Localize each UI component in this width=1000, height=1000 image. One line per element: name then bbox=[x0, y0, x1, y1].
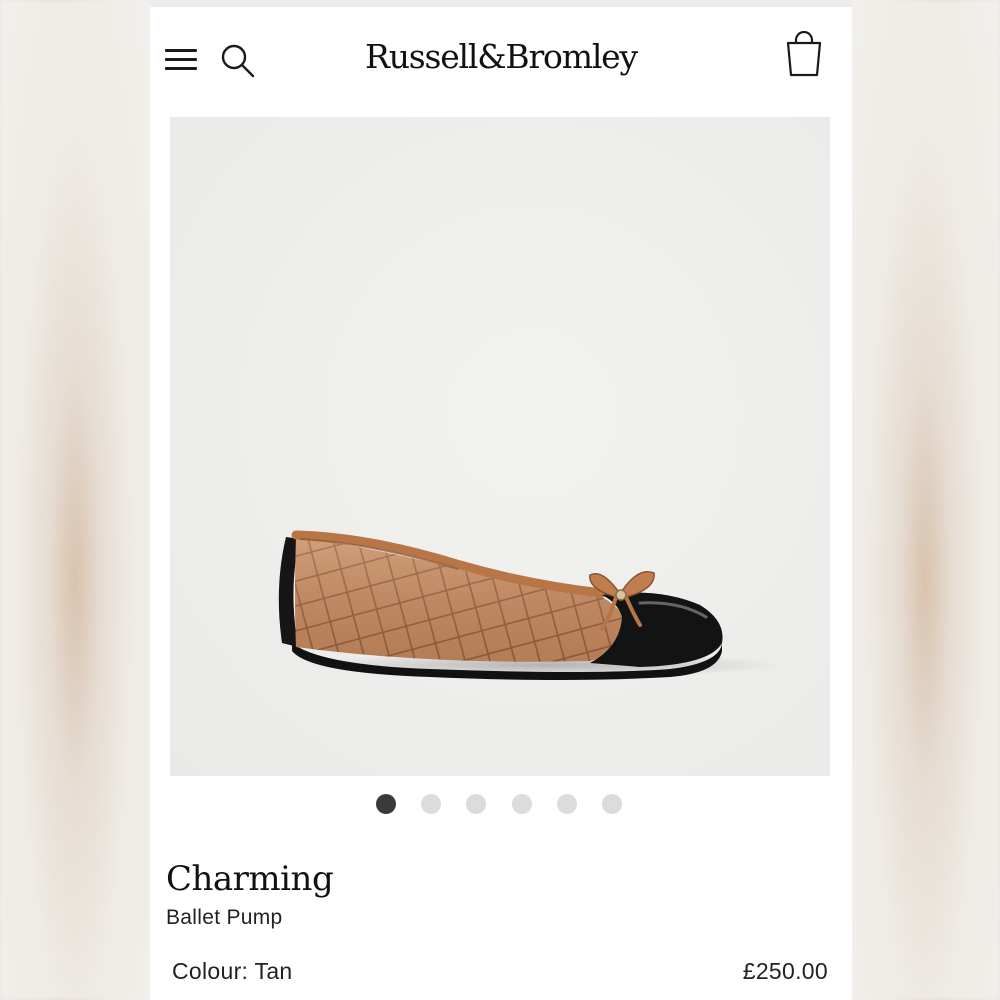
product-colour: Colour: Tan bbox=[172, 958, 293, 984]
product-image[interactable] bbox=[170, 117, 830, 776]
carousel-dot-4[interactable] bbox=[512, 794, 532, 814]
product-name: Charming bbox=[166, 859, 334, 899]
product-page: Russell&Bromley Charming Ballet Pump Col… bbox=[150, 0, 852, 1000]
product-type: Ballet Pump bbox=[166, 906, 283, 929]
image-carousel-indicators bbox=[150, 794, 852, 816]
product-price: £250.00 bbox=[742, 958, 828, 984]
top-strip bbox=[150, 0, 852, 7]
carousel-dot-5[interactable] bbox=[557, 794, 577, 814]
carousel-dot-1[interactable] bbox=[376, 794, 396, 814]
bag-icon[interactable] bbox=[783, 31, 825, 77]
brand-logo[interactable]: Russell&Bromley bbox=[150, 35, 852, 79]
carousel-dot-6[interactable] bbox=[602, 794, 622, 814]
shoe-illustration bbox=[278, 530, 785, 680]
background-blur-right bbox=[850, 0, 1000, 1000]
background-blur-left bbox=[0, 0, 150, 1000]
site-header: Russell&Bromley bbox=[150, 7, 852, 113]
carousel-dot-3[interactable] bbox=[466, 794, 486, 814]
carousel-dot-2[interactable] bbox=[421, 794, 441, 814]
